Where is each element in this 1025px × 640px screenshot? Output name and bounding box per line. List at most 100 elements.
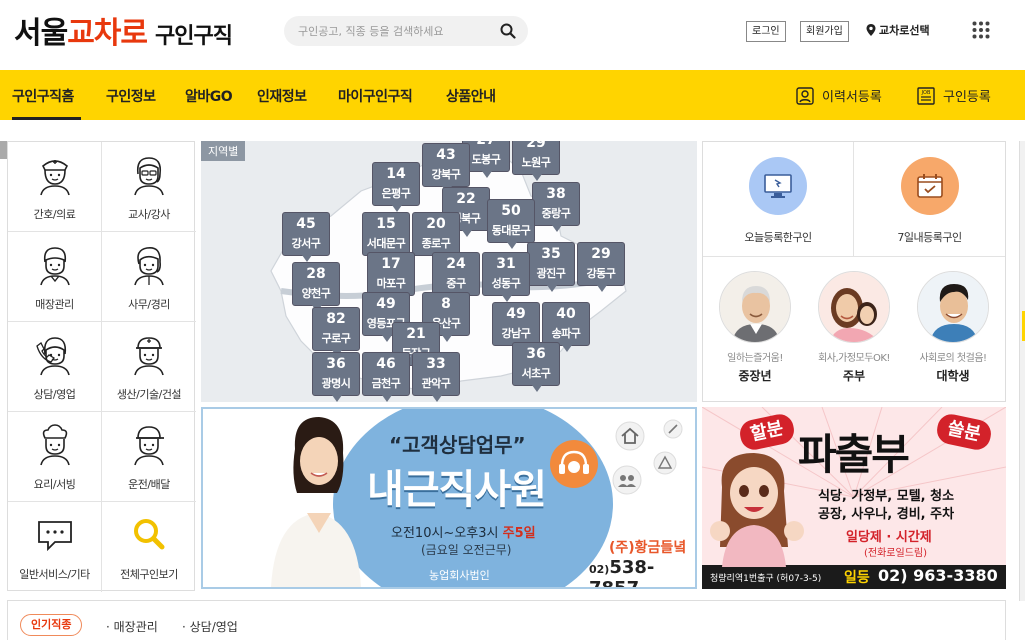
headset-icon — [550, 440, 598, 488]
today-jobs-label: 오늘등록한구인 — [744, 231, 812, 244]
banner2-address: 청량리역1번출구 (허07-3-5) — [710, 574, 822, 584]
store-manager-icon — [39, 247, 70, 286]
site-logo[interactable]: 서울 교차로 구인구직 — [14, 8, 233, 52]
speech-bubble-icon — [37, 521, 72, 552]
district-name: 강서구 — [291, 237, 321, 250]
job-register-link[interactable]: JOB 구인등록 — [917, 86, 991, 105]
popular-jobs-bar: 인기직종 · 매장관리 · 상담/영업 — [7, 600, 1006, 640]
district-count: 20 — [426, 216, 446, 232]
district-songpa[interactable]: 40 송파구 — [542, 302, 590, 352]
category-teacher[interactable]: 교사/강사 — [102, 142, 196, 232]
banner-headline: “고객상담업무” — [389, 433, 526, 457]
week-jobs-link[interactable]: 7일내등록구인 — [854, 142, 1005, 257]
banner2-phone: 02) 963-3380 — [878, 566, 998, 585]
category-label: 간호/의료 — [33, 208, 76, 221]
district-name: 중랑구 — [541, 207, 571, 220]
office-worker-icon — [134, 246, 164, 286]
district-name: 광명시 — [321, 377, 351, 390]
nav-job-home[interactable]: 구인구직홈 — [12, 86, 74, 106]
location-label: 교차로선택 — [879, 24, 930, 37]
district-name: 성동구 — [491, 277, 521, 290]
district-seongdong[interactable]: 31 성동구 — [482, 252, 530, 302]
district-count: 46 — [376, 356, 396, 372]
category-label: 사무/경리 — [128, 298, 170, 311]
persona-homemaker[interactable]: 회사,가정모두OK! 주부 — [804, 271, 904, 384]
ad-banner-housekeeper[interactable]: 할분 쓸분 파출부 식당, 가정부, 모텔, 청소 공장, 사우나, 경비, 주… — [702, 407, 1006, 589]
district-mapo[interactable]: 17 마포구 — [367, 252, 415, 302]
login-button[interactable]: 로그인 — [746, 21, 786, 42]
signup-button[interactable]: 회원가입 — [800, 21, 849, 42]
district-count: 24 — [446, 256, 466, 272]
district-gangbuk[interactable]: 43 강북구 — [422, 143, 470, 193]
nav-products[interactable]: 상품안내 — [446, 86, 496, 106]
popular-keyword-store[interactable]: · 매장관리 — [106, 618, 158, 635]
banner-title: 내근직사원 — [367, 467, 547, 513]
district-gwangjin[interactable]: 35 광진구 — [527, 242, 575, 292]
category-cooking-serving[interactable]: 요리/서빙 — [8, 412, 102, 502]
district-gangseo[interactable]: 45 강서구 — [282, 212, 330, 262]
district-count: 82 — [326, 311, 346, 327]
district-gwangmyeong[interactable]: 36 광명시 — [312, 352, 360, 402]
search-input[interactable] — [298, 21, 488, 41]
persona-title: 주부 — [842, 369, 866, 383]
district-jungnang[interactable]: 38 중랑구 — [532, 182, 580, 232]
category-label: 상담/영업 — [33, 388, 76, 401]
banner-hours: 오전10시~오후3시 주5일 — [391, 522, 536, 541]
category-office[interactable]: 사무/경리 — [102, 232, 196, 322]
district-count: 28 — [306, 266, 326, 282]
today-jobs-link[interactable]: 오늘등록한구인 — [703, 142, 854, 257]
district-count: 35 — [541, 246, 561, 262]
nav-talent-info[interactable]: 인재정보 — [257, 86, 307, 106]
persona-student[interactable]: 사회로의 첫걸음! 대학생 — [903, 271, 1003, 384]
nav-albago[interactable]: 알바GO — [185, 86, 233, 106]
district-name: 종로구 — [421, 237, 451, 250]
district-name: 강동구 — [586, 267, 616, 280]
calendar-icon — [916, 174, 943, 198]
category-production-construction[interactable]: 생산/기술/건설 — [102, 322, 196, 412]
category-driving-delivery[interactable]: 운전/배달 — [102, 412, 196, 502]
category-grid: 간호/의료 교사/강사 매장관리 사무/경리 상담/영업 생산/기술/건설 요리… — [7, 141, 196, 592]
persona-subtitle: 회사,가정모두OK! — [818, 353, 890, 364]
district-count: 49 — [376, 296, 396, 312]
banner2-line2: 공장, 사우나, 경비, 주차 — [818, 507, 955, 522]
district-count: 43 — [436, 147, 456, 163]
district-nowon[interactable]: 29 노원구 — [512, 141, 560, 181]
district-seocho[interactable]: 36 서초구 — [512, 342, 560, 392]
district-count: 15 — [376, 216, 396, 232]
district-count: 14 — [386, 166, 406, 182]
popular-keyword-sales[interactable]: · 상담/영업 — [182, 618, 238, 635]
resume-register-link[interactable]: 이력서등록 — [796, 86, 882, 105]
category-label: 요리/서빙 — [33, 478, 76, 491]
nav-job-info[interactable]: 구인정보 — [106, 86, 156, 106]
banner2-daily: 일등 — [844, 570, 870, 586]
district-count: 21 — [406, 326, 426, 342]
search-icon[interactable] — [500, 23, 516, 39]
district-yangcheon[interactable]: 28 양천구 — [292, 262, 340, 312]
district-count: 36 — [526, 346, 546, 362]
persona-middle-aged[interactable]: 일하는즐거움! 중장년 — [705, 271, 805, 384]
monitor-icon — [764, 174, 792, 198]
category-consulting-sales[interactable]: 상담/영업 — [8, 322, 102, 412]
district-jung[interactable]: 24 중구 — [432, 252, 480, 302]
district-guro[interactable]: 82 구로구 — [312, 307, 360, 357]
district-geumcheon[interactable]: 46 금천구 — [362, 352, 410, 402]
category-store-manager[interactable]: 매장관리 — [8, 232, 102, 322]
all-menu-grid-icon[interactable] — [972, 21, 990, 39]
district-gangdong[interactable]: 29 강동구 — [577, 242, 625, 292]
district-count: 40 — [556, 306, 576, 322]
category-general-service[interactable]: 일반서비스/기타 — [8, 502, 102, 592]
category-nursing[interactable]: 간호/의료 — [8, 142, 102, 232]
location-select[interactable]: 교차로선택 — [866, 22, 930, 38]
category-view-all[interactable]: 전체구인보기 — [102, 502, 196, 592]
ad-banner-call-center[interactable]: “고객상담업무” 내근직사원 오전10시~오후3시 주5일 (금요일 오전근무)… — [201, 407, 697, 589]
district-gwanak[interactable]: 33 관악구 — [412, 352, 460, 402]
district-jongno[interactable]: 20 종로구 — [412, 212, 460, 262]
district-seodaemun[interactable]: 15 서대문구 — [362, 212, 410, 262]
nav-my-job[interactable]: 마이구인구직 — [338, 86, 413, 106]
district-gangnam[interactable]: 49 강남구 — [492, 302, 540, 352]
district-eunpyeong[interactable]: 14 은평구 — [372, 162, 420, 212]
district-dongdaemun[interactable]: 50 동대문구 — [487, 199, 535, 249]
category-label: 일반서비스/기타 — [19, 568, 90, 581]
home-icon — [615, 421, 645, 451]
recent-jobs-row: 오늘등록한구인 7일내등록구인 — [703, 142, 1005, 257]
